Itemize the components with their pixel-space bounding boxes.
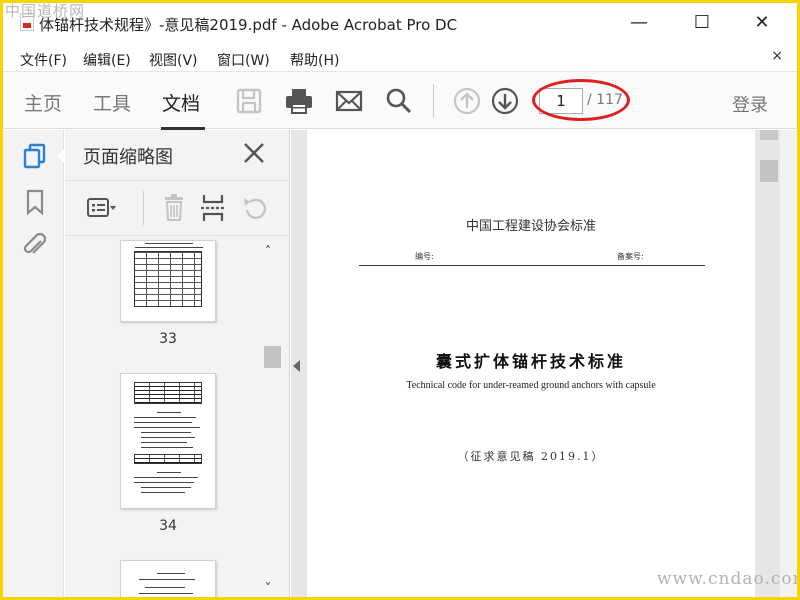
- watermark-top: 中国道桥网: [5, 3, 86, 20]
- document-view: 中国工程建设协会标准 编号: 备案号: 囊式扩体锚杆技术标准 Technical…: [291, 130, 797, 597]
- search-icon[interactable]: [384, 86, 414, 116]
- code-row: 编号: 备案号:: [359, 251, 705, 265]
- collapse-panel-icon[interactable]: [293, 360, 300, 372]
- attachment-icon[interactable]: [21, 232, 49, 260]
- prev-page-icon[interactable]: [452, 86, 482, 116]
- maximize-button[interactable]: ☐: [687, 11, 717, 37]
- page-thumbnail[interactable]: [120, 560, 216, 597]
- watermark-bottom: www.cndao.com: [657, 569, 797, 589]
- thumbnail-panel: 页面缩略图 33 34 ˄ ˅: [57, 130, 290, 597]
- document-title: 囊式扩体锚杆技术标准: [435, 352, 626, 371]
- close-panel-icon[interactable]: [241, 140, 267, 166]
- code-label: 编号:: [415, 252, 434, 261]
- thumbnail-page-number: 33: [159, 331, 177, 347]
- minimize-button[interactable]: —: [624, 11, 654, 37]
- window-title: 体锚杆技术规程》-意见稿2019.pdf - Adobe Acrobat Pro…: [39, 16, 458, 34]
- menu-view[interactable]: 视图(V): [149, 50, 198, 70]
- insert-page-icon[interactable]: [197, 193, 229, 223]
- tab-home[interactable]: 主页: [24, 89, 62, 116]
- tab-tools[interactable]: 工具: [93, 89, 131, 116]
- thumbnail-scrollbar[interactable]: ˄ ˅: [264, 240, 281, 595]
- toolbar-separator: [433, 84, 434, 118]
- title-bar: 体锚杆技术规程》-意见稿2019.pdf - Adobe Acrobat Pro…: [3, 3, 797, 45]
- print-icon[interactable]: [284, 86, 314, 116]
- document-page: 中国工程建设协会标准 编号: 备案号: 囊式扩体锚杆技术标准 Technical…: [307, 130, 755, 597]
- email-icon[interactable]: [334, 86, 364, 116]
- standard-organization: 中国工程建设协会标准: [465, 219, 596, 234]
- navigation-rail: [3, 130, 64, 597]
- highlight-annotation: [532, 79, 630, 121]
- menu-window[interactable]: 窗口(W): [217, 50, 270, 70]
- page-thumbnail[interactable]: [120, 373, 216, 509]
- scroll-down-icon[interactable]: ˅: [265, 581, 271, 595]
- panel-title: 页面缩略图: [83, 147, 173, 168]
- menu-help[interactable]: 帮助(H): [290, 50, 339, 70]
- page-thumbnail[interactable]: [120, 240, 216, 322]
- page-thumbnails-icon[interactable]: [21, 142, 49, 170]
- close-window-button[interactable]: ✕: [747, 11, 777, 37]
- menu-close-icon[interactable]: ×: [771, 48, 783, 64]
- header-rule: [359, 265, 705, 266]
- document-scroll-thumb[interactable]: [760, 160, 778, 182]
- toolbar: 主页 工具 文档 1 / 117 登录: [3, 71, 797, 130]
- login-link[interactable]: 登录: [732, 91, 768, 117]
- acrobat-window: 体锚杆技术规程》-意见稿2019.pdf - Adobe Acrobat Pro…: [3, 3, 797, 597]
- options-icon[interactable]: [85, 193, 117, 223]
- menu-file[interactable]: 文件(F): [20, 50, 67, 70]
- tab-document[interactable]: 文档: [162, 89, 200, 116]
- scrollbar-thumb[interactable]: [264, 346, 281, 368]
- document-side-track: [780, 130, 797, 597]
- delete-icon[interactable]: [158, 193, 190, 223]
- bookmark-icon[interactable]: [21, 188, 49, 216]
- next-page-icon[interactable]: [490, 86, 520, 116]
- panel-toolbar: [65, 180, 290, 236]
- scroll-up-button[interactable]: [760, 130, 778, 140]
- panel-toolbar-separator: [143, 191, 144, 225]
- thumbnail-page-number: 34: [159, 518, 177, 534]
- menu-edit[interactable]: 编辑(E): [83, 50, 131, 70]
- save-icon[interactable]: [234, 86, 264, 116]
- rotate-icon[interactable]: [239, 193, 271, 223]
- scroll-up-icon[interactable]: ˄: [265, 244, 271, 258]
- draft-note: （征求意见稿 2019.1）: [457, 450, 605, 463]
- document-scrollbar[interactable]: [758, 130, 778, 597]
- record-label: 备案号:: [617, 252, 644, 261]
- menu-bar: 文件(F) 编辑(E) 视图(V) 窗口(W) 帮助(H) ×: [3, 45, 797, 71]
- document-subtitle: Technical code for under-reamed ground a…: [406, 380, 656, 391]
- panel-pointer: [57, 148, 65, 164]
